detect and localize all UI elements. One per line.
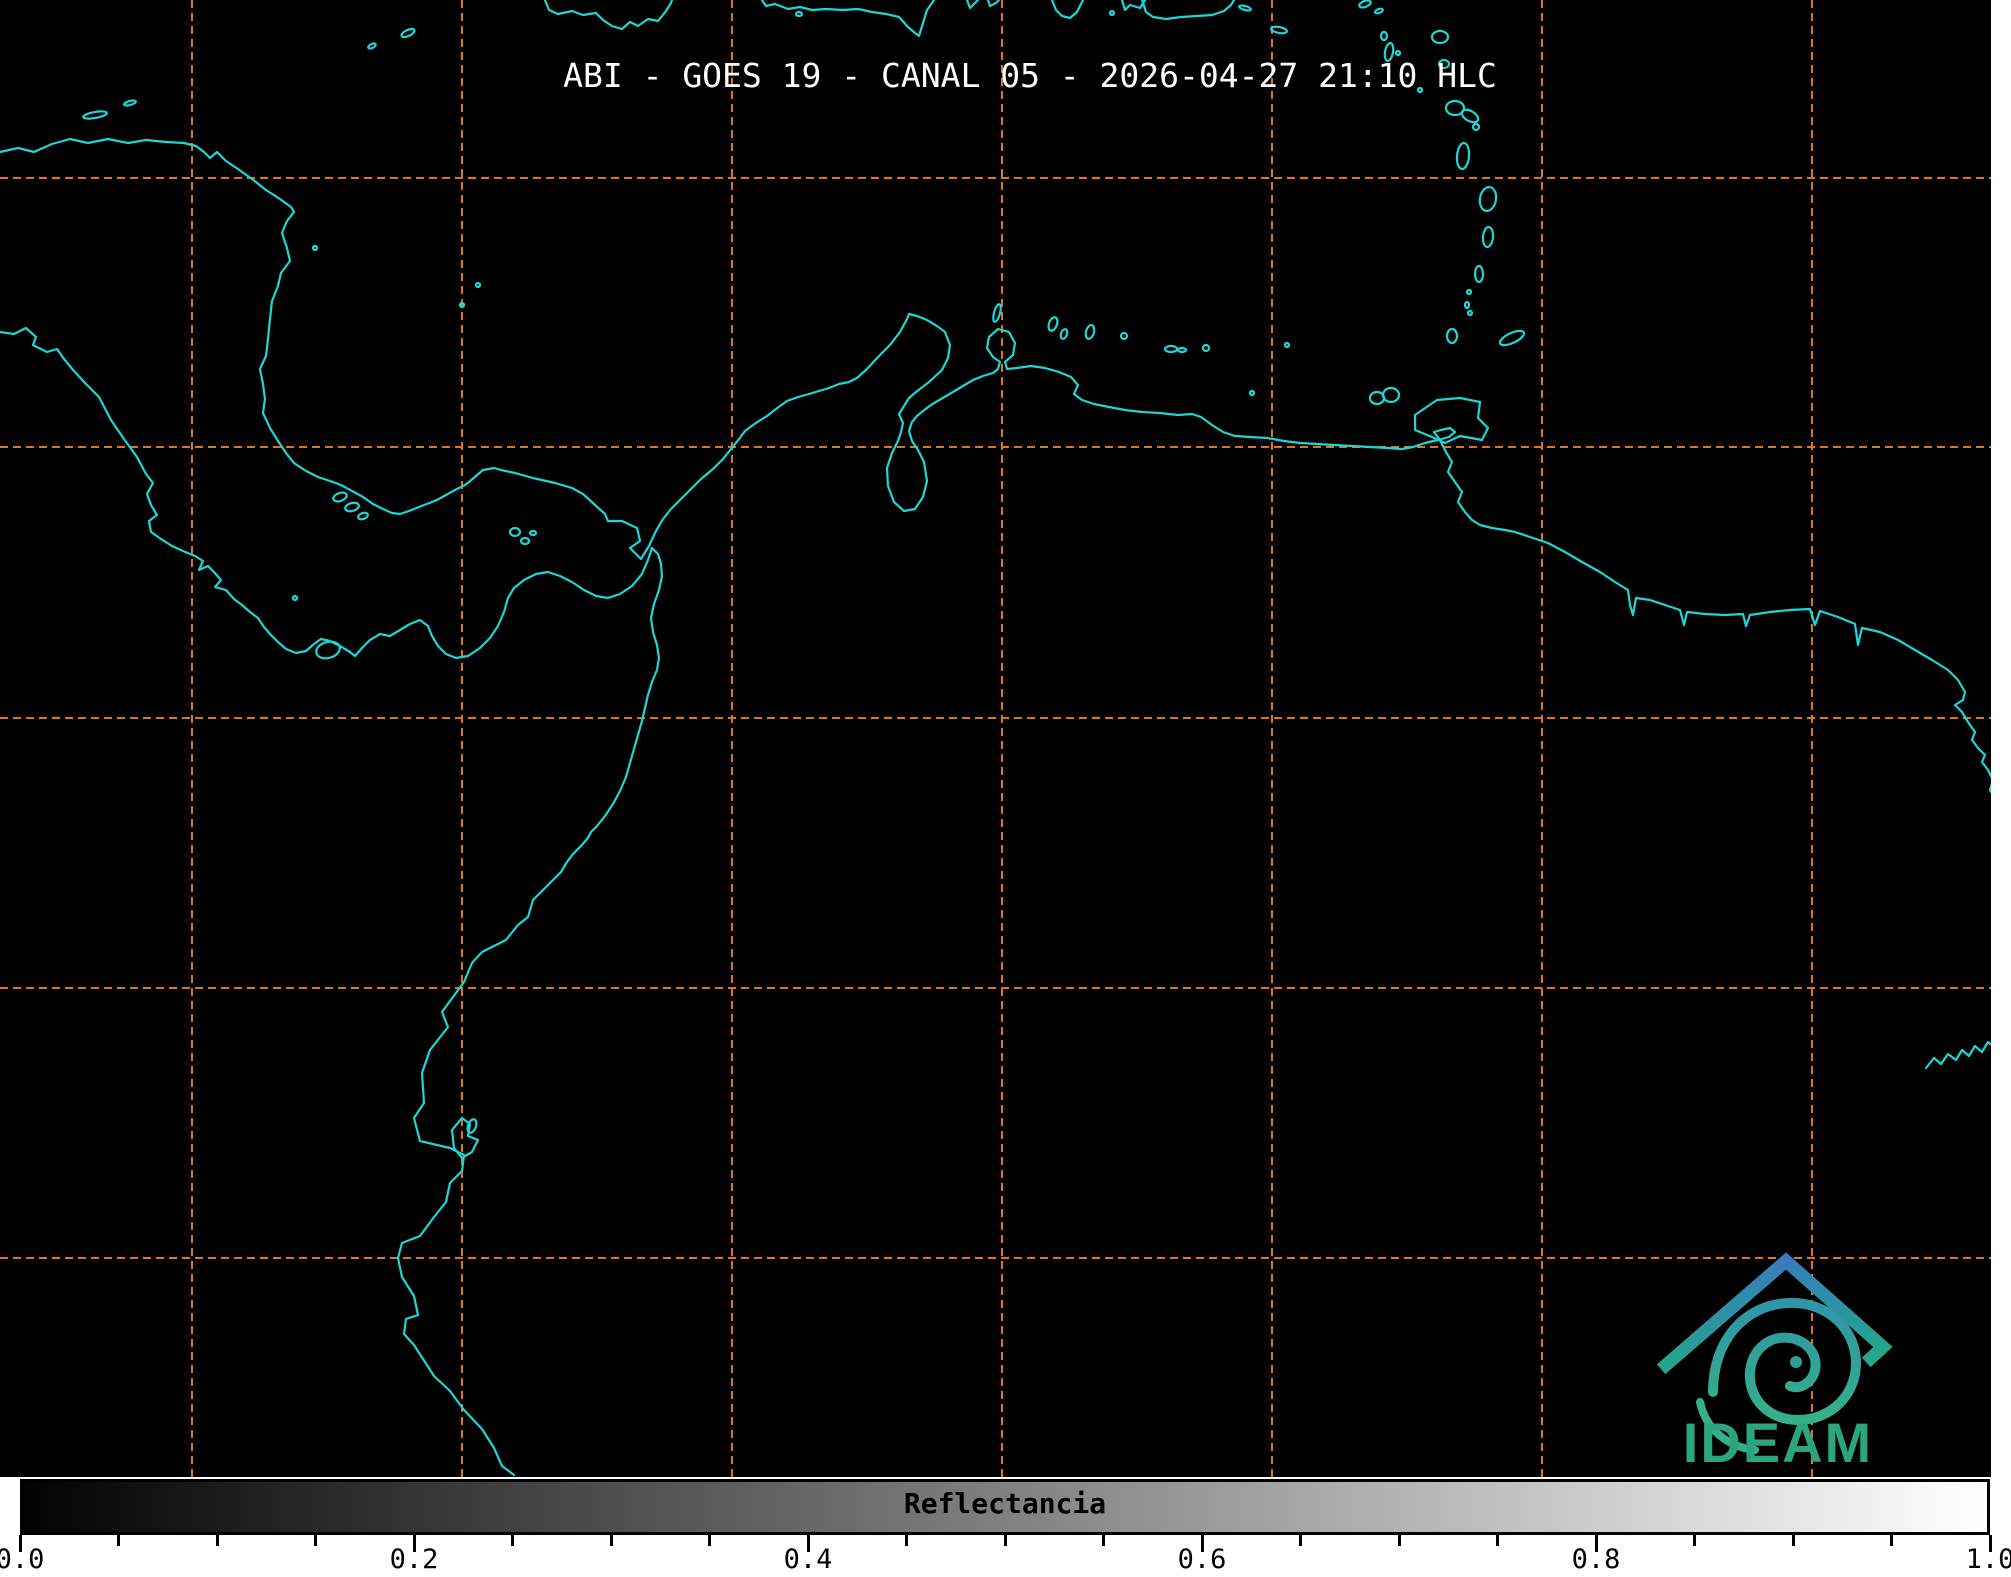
colorbar-minor-tick xyxy=(1496,1535,1499,1546)
colorbar-minor-tick xyxy=(708,1535,711,1546)
colorbar-label: Reflectancia xyxy=(904,1487,1106,1520)
colorbar-minor-tick xyxy=(905,1535,908,1546)
logo-spiral-eye xyxy=(1790,1356,1802,1368)
satellite-map: ABI - GOES 19 - CANAL 05 - 2026-04-27 21… xyxy=(0,0,2011,1577)
logo-text: IDEAM xyxy=(1683,1411,1873,1474)
colorbar-minor-tick xyxy=(117,1535,120,1546)
colorbar-minor-tick xyxy=(1004,1535,1007,1546)
colorbar-tick-label: 0.2 xyxy=(390,1544,439,1575)
colorbar-minor-tick xyxy=(1890,1535,1893,1546)
colorbar-minor-tick xyxy=(216,1535,219,1546)
colorbar-minor-tick xyxy=(1102,1535,1105,1546)
colorbar-minor-tick xyxy=(1792,1535,1795,1546)
colorbar-tick-label: 0.4 xyxy=(784,1544,833,1575)
colorbar-tick-label: 0.8 xyxy=(1572,1544,1621,1575)
colorbar-tick-label: 0.6 xyxy=(1178,1544,1227,1575)
colorbar-minor-tick xyxy=(314,1535,317,1546)
colorbar-minor-tick xyxy=(511,1535,514,1546)
map-title: ABI - GOES 19 - CANAL 05 - 2026-04-27 21… xyxy=(563,56,1497,95)
colorbar-minor-tick xyxy=(1398,1535,1401,1546)
colorbar-tick-label: 0.0 xyxy=(0,1544,44,1575)
colorbar-minor-tick xyxy=(1693,1535,1696,1546)
colorbar-minor-tick xyxy=(610,1535,613,1546)
satellite-product-window: ABI - GOES 19 - CANAL 05 - 2026-04-27 21… xyxy=(0,0,2011,1577)
map-background xyxy=(0,0,1991,1477)
colorbar-minor-tick xyxy=(1299,1535,1302,1546)
colorbar-tick-label: 1.0 xyxy=(1966,1544,2011,1575)
